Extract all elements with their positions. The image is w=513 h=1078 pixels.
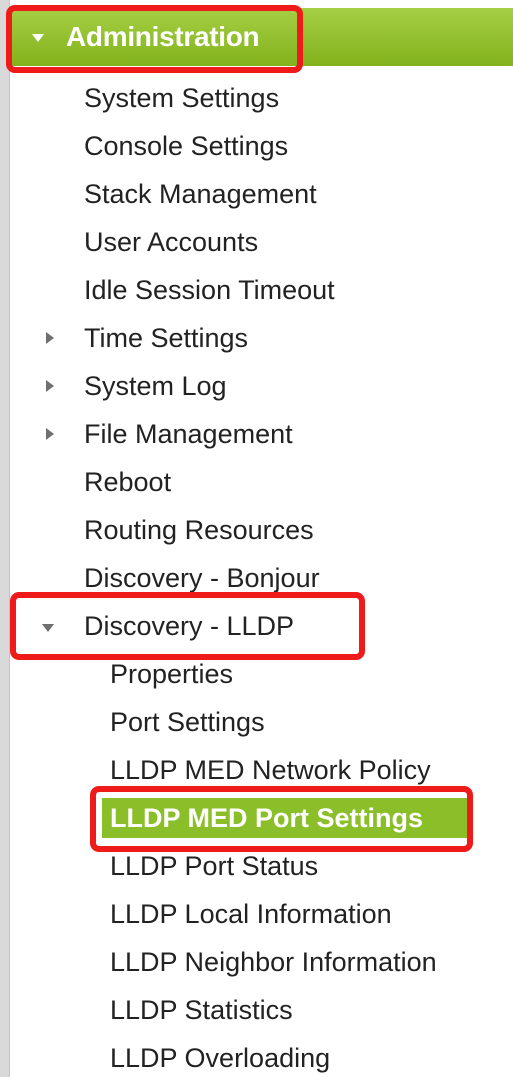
nav-subitem-lldp-statistics[interactable]: LLDP Statistics bbox=[110, 990, 293, 1030]
nav-subitem-lldp-overloading[interactable]: LLDP Overloading bbox=[110, 1038, 330, 1078]
nav-subitem-port-settings[interactable]: Port Settings bbox=[110, 702, 265, 742]
nav-subitem-properties[interactable]: Properties bbox=[110, 654, 233, 694]
highlight-lldp-med-port-settings bbox=[90, 786, 473, 852]
navigation-panel: Administration System Settings Console S… bbox=[0, 0, 513, 1077]
nav-item-reboot[interactable]: Reboot bbox=[84, 462, 171, 502]
nav-item-time-settings[interactable]: Time Settings bbox=[84, 318, 248, 358]
nav-item-system-log[interactable]: System Log bbox=[84, 366, 227, 406]
highlight-discovery-lldp bbox=[10, 592, 365, 660]
nav-item-console-settings[interactable]: Console Settings bbox=[84, 126, 288, 166]
nav-item-routing-resources[interactable]: Routing Resources bbox=[84, 510, 314, 550]
nav-item-user-accounts[interactable]: User Accounts bbox=[84, 222, 258, 262]
nav-item-system-settings[interactable]: System Settings bbox=[84, 78, 279, 118]
expand-arrow-icon[interactable] bbox=[46, 380, 54, 392]
nav-item-file-management[interactable]: File Management bbox=[84, 414, 293, 454]
nav-subitem-lldp-port-status[interactable]: LLDP Port Status bbox=[110, 846, 318, 886]
nav-item-idle-session-timeout[interactable]: Idle Session Timeout bbox=[84, 270, 335, 310]
nav-subitem-lldp-neighbor-information[interactable]: LLDP Neighbor Information bbox=[110, 942, 437, 982]
nav-subitem-lldp-med-network-policy[interactable]: LLDP MED Network Policy bbox=[110, 750, 431, 790]
panel-left-border bbox=[0, 0, 10, 1077]
expand-arrow-icon[interactable] bbox=[46, 428, 54, 440]
expand-arrow-icon[interactable] bbox=[46, 332, 54, 344]
nav-subitem-lldp-local-information[interactable]: LLDP Local Information bbox=[110, 894, 392, 934]
highlight-administration bbox=[6, 5, 303, 73]
nav-item-stack-management[interactable]: Stack Management bbox=[84, 174, 317, 214]
